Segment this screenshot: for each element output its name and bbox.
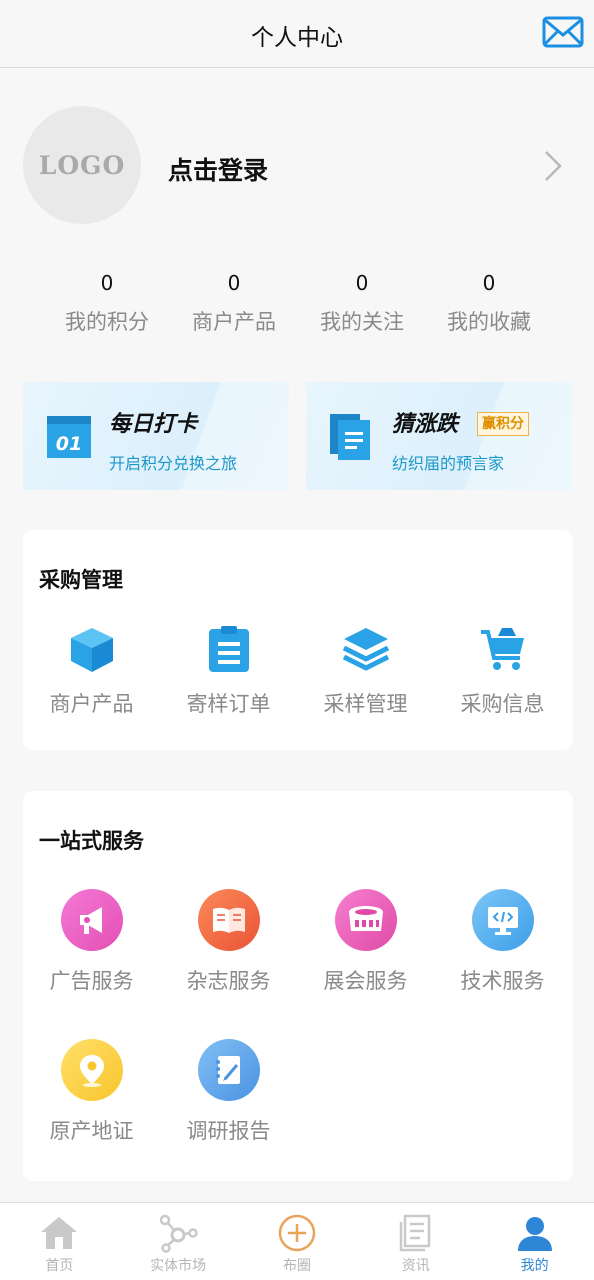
tab-cloth-circle[interactable]: 布圈 bbox=[238, 1203, 357, 1280]
cart-icon bbox=[480, 628, 524, 670]
checkin-subtitle: 开启积分兑换之旅 bbox=[109, 454, 238, 473]
megaphone-icon bbox=[60, 889, 123, 951]
envelope-icon[interactable] bbox=[542, 15, 584, 49]
grid-label: 展会服务 bbox=[323, 969, 408, 993]
login-link[interactable]: 点击登录 bbox=[168, 151, 268, 187]
grid-label: 调研报告 bbox=[186, 1119, 271, 1143]
stat-value: 0 bbox=[482, 271, 496, 295]
user-icon bbox=[517, 1217, 552, 1251]
grid-label: 广告服务 bbox=[49, 969, 134, 993]
tab-news[interactable]: 资讯 bbox=[356, 1203, 475, 1280]
tab-label: 布圈 bbox=[282, 1258, 311, 1274]
network-icon bbox=[159, 1214, 198, 1253]
grid-item-research-report[interactable]: 调研报告 bbox=[160, 1039, 297, 1145]
grid-label: 采样管理 bbox=[323, 692, 408, 716]
monitor-code-icon bbox=[471, 889, 534, 951]
tab-label: 我的 bbox=[520, 1258, 549, 1274]
guess-trend-card[interactable]: 猜涨跌 赢积分 纺织届的预言家 bbox=[306, 382, 572, 490]
plus-circle-icon bbox=[278, 1214, 316, 1252]
grid-item-merchant-products[interactable]: 商户产品 bbox=[23, 624, 160, 718]
calendar-number: 01 bbox=[56, 433, 82, 455]
checkin-title: 每日打卡 bbox=[109, 412, 198, 437]
profile-section[interactable]: LOGO 点击登录 bbox=[0, 68, 594, 258]
stat-favorites[interactable]: 0 我的收藏 bbox=[414, 266, 564, 336]
logo-text: LOGO bbox=[38, 150, 126, 180]
tab-home[interactable]: 首页 bbox=[0, 1203, 119, 1280]
grid-label: 寄样订单 bbox=[186, 692, 271, 716]
section-title: 一站式服务 bbox=[39, 829, 144, 853]
location-pin-icon bbox=[60, 1039, 123, 1101]
news-icon bbox=[399, 1214, 431, 1252]
stats-row: 0 我的积分 0 商户产品 0 我的关注 0 我的收藏 bbox=[0, 266, 594, 346]
avatar[interactable]: LOGO bbox=[23, 106, 141, 224]
calendar-icon: 01 bbox=[45, 412, 93, 460]
cube-icon bbox=[70, 628, 113, 672]
points-badge: 赢积分 bbox=[477, 412, 529, 436]
grid-item-advertising[interactable]: 广告服务 bbox=[23, 889, 160, 995]
bottom-tab-bar: 首页 实体市场 布圈 资讯 我的 bbox=[0, 1202, 594, 1280]
guess-title: 猜涨跌 bbox=[392, 412, 459, 437]
section-title: 采购管理 bbox=[39, 568, 123, 592]
daily-checkin-card[interactable]: 01 每日打卡 开启积分兑换之旅 bbox=[23, 382, 289, 490]
grid-item-technical[interactable]: 技术服务 bbox=[434, 889, 571, 995]
tab-label: 首页 bbox=[45, 1258, 74, 1274]
one-stop-service-card: 一站式服务 广告服务 杂志服务 展会服务 技术服务 原产地证 调研报告 bbox=[23, 791, 573, 1181]
top-bar: 个人中心 bbox=[0, 0, 594, 68]
grid-label: 采购信息 bbox=[460, 692, 545, 716]
grid-item-certificate-of-origin[interactable]: 原产地证 bbox=[23, 1039, 160, 1145]
grid-item-exhibition[interactable]: 展会服务 bbox=[297, 889, 434, 995]
grid-label: 原产地证 bbox=[49, 1119, 134, 1143]
stadium-icon bbox=[334, 889, 397, 951]
document-icon bbox=[328, 412, 376, 460]
purchase-management-card: 采购管理 商户产品 寄样订单 采样管理 采购信息 bbox=[23, 530, 573, 750]
home-icon bbox=[41, 1217, 78, 1249]
book-icon bbox=[197, 889, 260, 951]
grid-item-purchase-info[interactable]: 采购信息 bbox=[434, 624, 571, 718]
tab-physical-market[interactable]: 实体市场 bbox=[119, 1203, 238, 1280]
grid-item-magazine[interactable]: 杂志服务 bbox=[160, 889, 297, 995]
report-pen-icon bbox=[197, 1039, 260, 1101]
grid-item-sampling-management[interactable]: 采样管理 bbox=[297, 624, 434, 718]
tab-label: 资讯 bbox=[401, 1258, 430, 1274]
guess-subtitle: 纺织届的预言家 bbox=[392, 454, 505, 473]
tab-label: 实体市场 bbox=[150, 1258, 207, 1274]
chevron-right-icon[interactable] bbox=[542, 149, 564, 183]
tab-mine[interactable]: 我的 bbox=[475, 1203, 594, 1280]
grid-label: 技术服务 bbox=[460, 969, 545, 993]
grid-label: 杂志服务 bbox=[186, 969, 271, 993]
clipboard-icon bbox=[208, 626, 249, 672]
page-title: 个人中心 bbox=[251, 25, 343, 51]
grid-label: 商户产品 bbox=[49, 692, 134, 716]
grid-item-sample-orders[interactable]: 寄样订单 bbox=[160, 624, 297, 718]
layers-icon bbox=[342, 628, 389, 671]
stat-label: 我的收藏 bbox=[447, 310, 531, 334]
